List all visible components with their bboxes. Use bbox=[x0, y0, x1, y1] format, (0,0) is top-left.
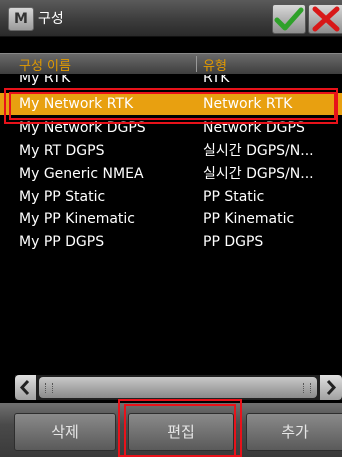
list-item-type: PP Static bbox=[203, 189, 265, 205]
add-button[interactable]: 추가 bbox=[246, 413, 342, 451]
list-item-type: 실시간 DGPS/N... bbox=[203, 166, 314, 182]
annotation-highlight-inner bbox=[9, 92, 336, 120]
list-item-type: PP DGPS bbox=[203, 234, 264, 250]
scrollbar-thumb[interactable] bbox=[39, 377, 317, 398]
column-divider[interactable] bbox=[196, 56, 197, 72]
column-header-name[interactable]: 구성 이름 bbox=[19, 55, 71, 74]
list-item-name: My Generic NMEA bbox=[19, 166, 144, 182]
title-bar: M 구성 bbox=[0, 0, 342, 37]
list-item[interactable]: My PP DGPS PP DGPS bbox=[0, 231, 342, 253]
list-item-type: RTK bbox=[203, 75, 230, 86]
app-logo-icon: M bbox=[8, 7, 34, 31]
cancel-button[interactable] bbox=[308, 4, 342, 34]
chevron-right-icon bbox=[326, 379, 337, 396]
list-item-name: My PP DGPS bbox=[19, 234, 105, 250]
list-item[interactable]: My Generic NMEA 실시간 DGPS/N... bbox=[0, 163, 342, 185]
checkmark-icon bbox=[274, 7, 304, 31]
ok-button[interactable] bbox=[272, 4, 306, 34]
list-item-name: My RT DGPS bbox=[19, 143, 105, 159]
grip-left-icon bbox=[45, 383, 53, 393]
table-header: 구성 이름 유형 bbox=[0, 53, 342, 74]
scroll-left-button[interactable] bbox=[15, 375, 36, 400]
close-icon bbox=[312, 6, 340, 32]
list-item[interactable]: My RTK RTK bbox=[0, 75, 342, 87]
delete-button[interactable]: 삭제 bbox=[14, 413, 116, 451]
list-item[interactable]: My PP Kinematic PP Kinematic bbox=[0, 208, 342, 230]
list-item[interactable]: My RT DGPS 실시간 DGPS/N... bbox=[0, 140, 342, 162]
horizontal-scrollbar[interactable] bbox=[15, 375, 342, 400]
scroll-right-button[interactable] bbox=[320, 375, 342, 400]
grip-right-icon bbox=[303, 383, 311, 393]
list-item-type: PP Kinematic bbox=[203, 211, 295, 227]
list-item[interactable]: My PP Static PP Static bbox=[0, 186, 342, 208]
column-header-type[interactable]: 유형 bbox=[203, 55, 227, 74]
annotation-highlight-edit-inner bbox=[124, 404, 236, 457]
window-title: 구성 bbox=[38, 11, 64, 27]
list-item-name: My PP Kinematic bbox=[19, 211, 135, 227]
chevron-left-icon bbox=[19, 379, 30, 396]
list-item-type: 실시간 DGPS/N... bbox=[203, 143, 314, 159]
list-item-name: My PP Static bbox=[19, 189, 106, 205]
list-item-name: My RTK bbox=[19, 75, 71, 86]
